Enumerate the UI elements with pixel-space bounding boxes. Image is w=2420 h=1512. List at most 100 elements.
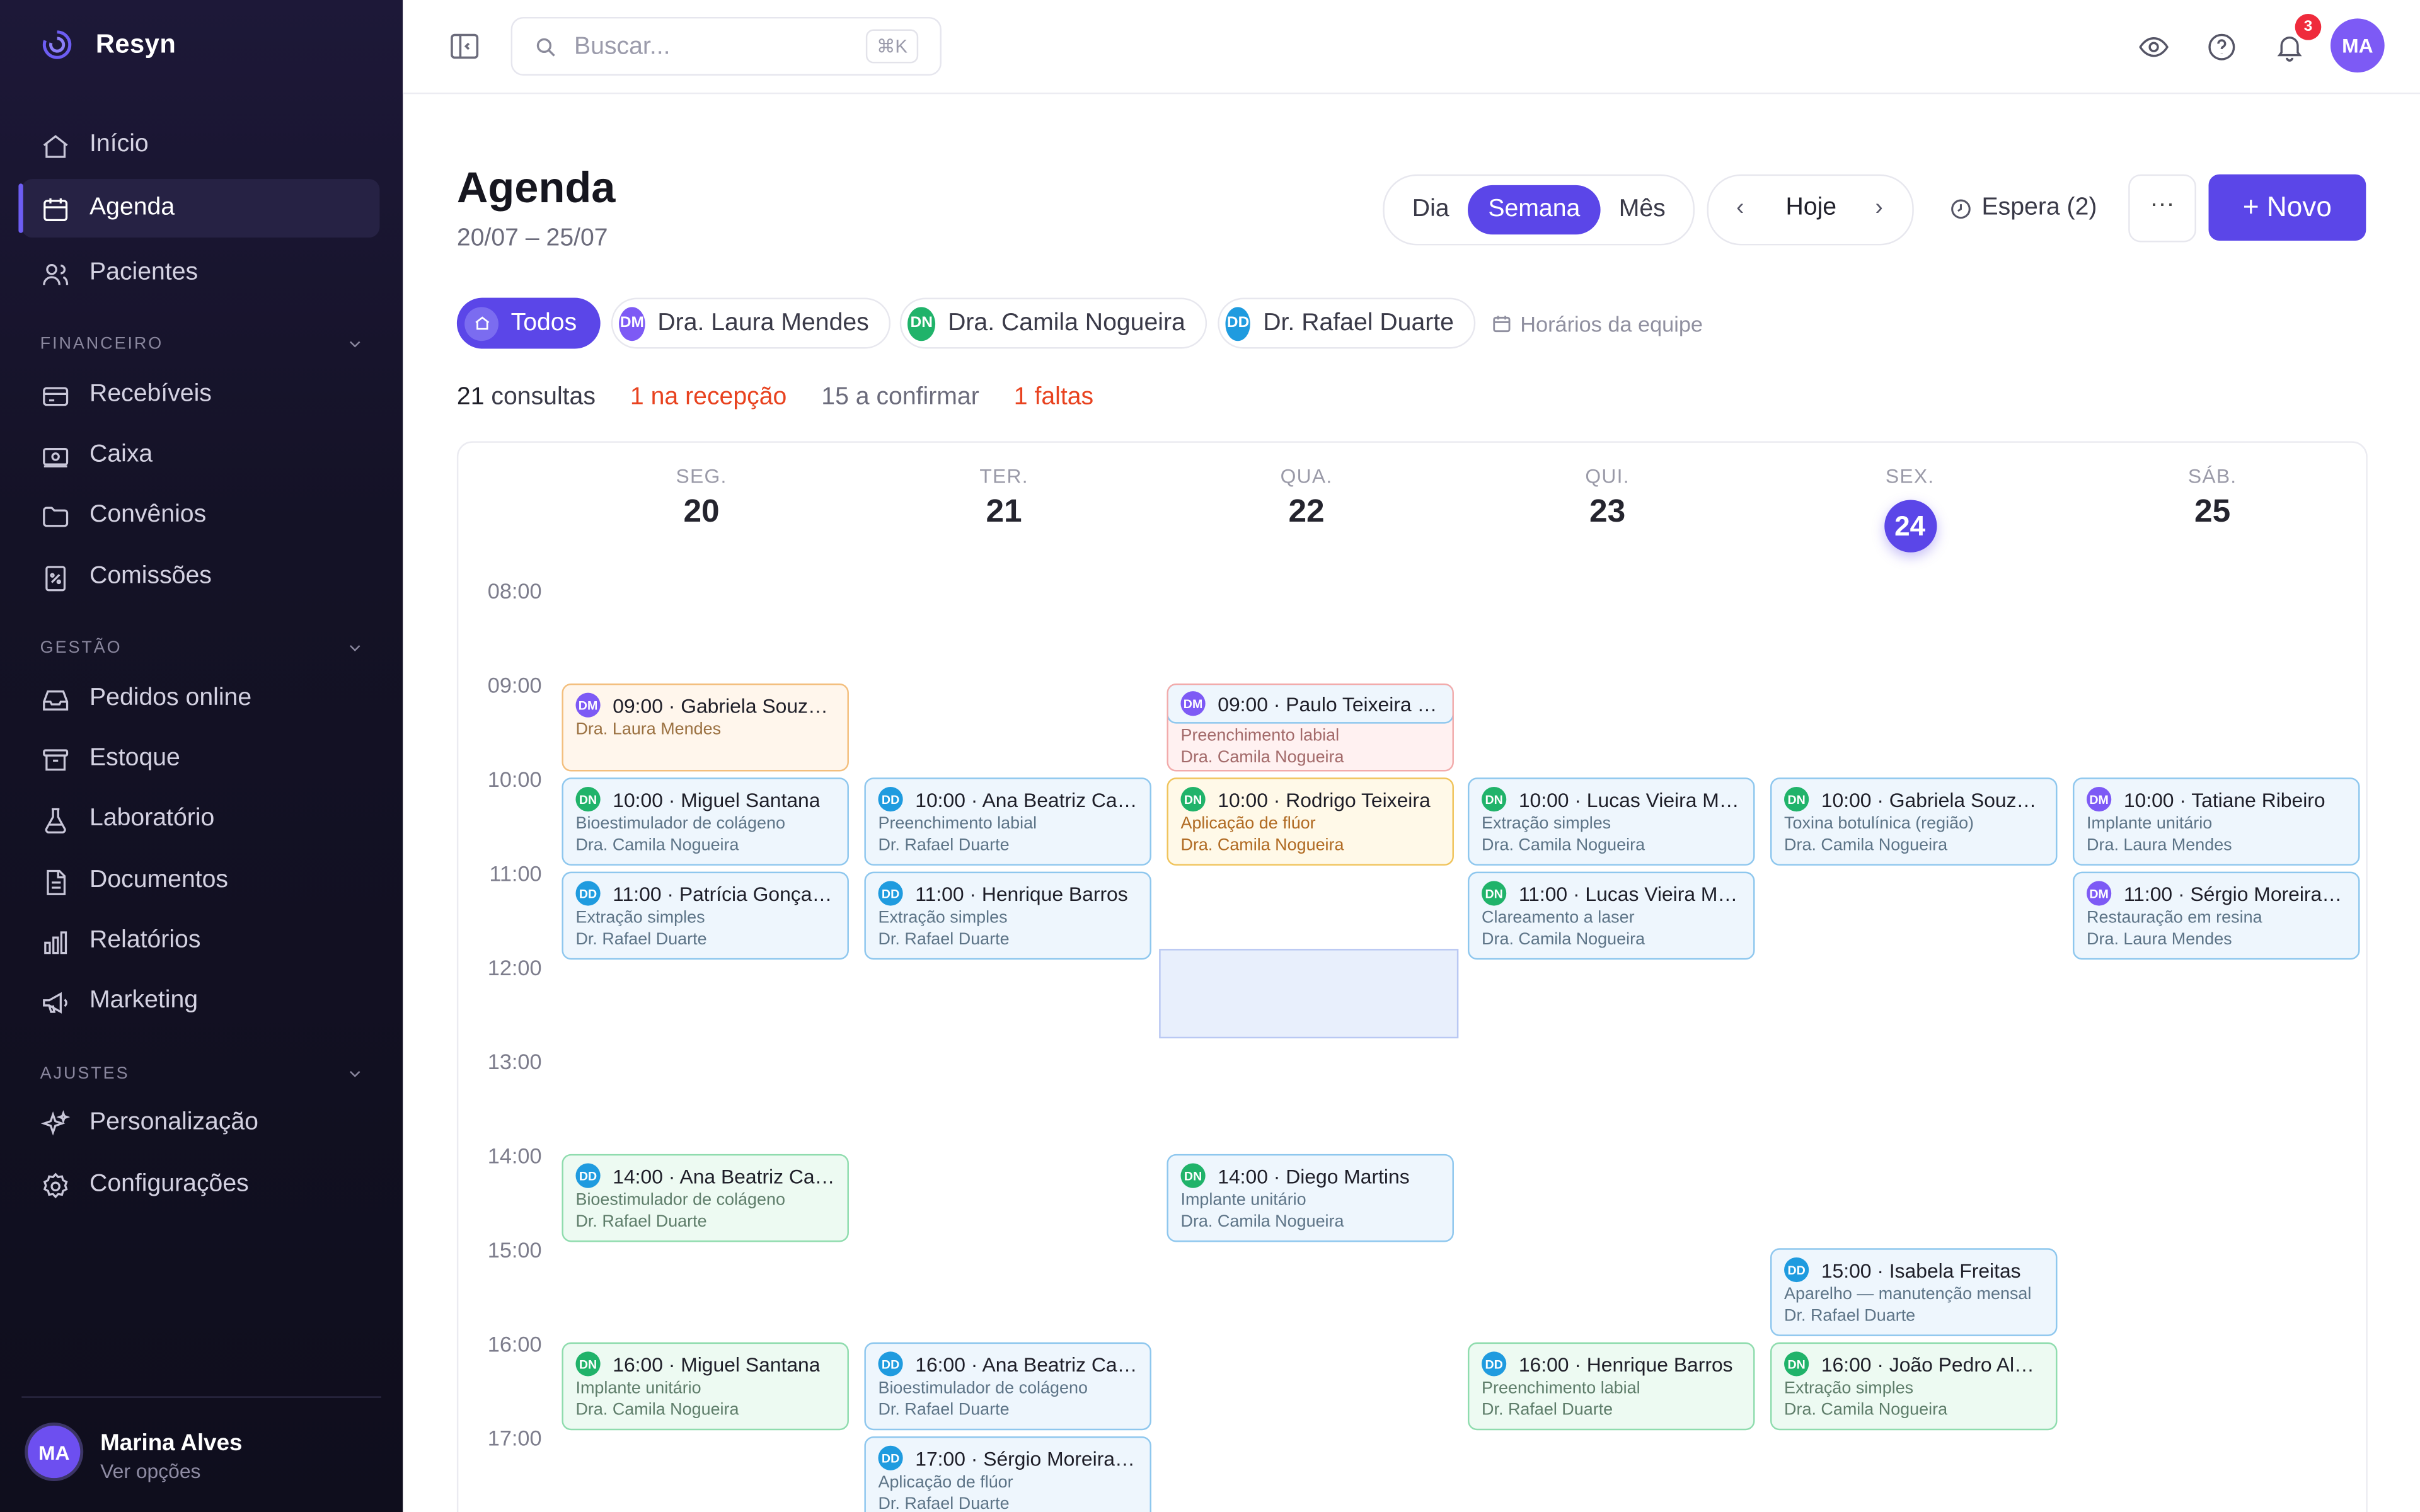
appointment-card[interactable]: DD 10:00 · Ana Beatriz Car... Preenchiment… xyxy=(864,777,1151,866)
stat-label: a confirmar xyxy=(855,384,979,411)
view-switcher: Dia Semana Mês xyxy=(1383,174,1695,246)
new-appointment-button[interactable]: + Novo xyxy=(2208,174,2366,241)
appointment-card[interactable]: DN 11:00 · Lucas Vieira Mac... Clareamento… xyxy=(1467,871,1755,960)
sidebar-item-recebiveis[interactable]: Recebíveis xyxy=(21,365,379,424)
filter-all-chip[interactable]: Todos xyxy=(456,297,601,349)
date-range: 20/07 – 25/07 xyxy=(456,225,608,252)
selected-time-slot[interactable] xyxy=(1159,949,1459,1039)
section-gestao[interactable]: GESTÃO xyxy=(40,639,364,657)
team-hours-link[interactable]: Horários da equipe xyxy=(1491,312,1703,336)
appointment-card[interactable]: DM 11:00 · Sérgio Moreira Li... Restauraçã… xyxy=(2073,871,2360,960)
day-name: SEX. xyxy=(1885,464,1935,488)
appointment-card[interactable]: DN 14:00 · Diego Martins Implante unitário… xyxy=(1167,1154,1454,1242)
help-icon[interactable] xyxy=(2206,31,2238,63)
sidebar-item-personalizacao[interactable]: Personalização xyxy=(21,1094,379,1152)
time-label: 09:00 xyxy=(487,672,542,697)
stat-label: faltas xyxy=(1034,384,1094,411)
view-semana-tab[interactable]: Semana xyxy=(1467,185,1601,235)
section-financeiro[interactable]: FINANCEIRO xyxy=(40,335,364,353)
chip-label: Todos xyxy=(510,309,577,336)
waiting-list-button[interactable]: Espera (2) xyxy=(1949,195,2097,222)
appointment-card[interactable]: DD 16:00 · Ana Beatriz Carv... Bioestimula… xyxy=(864,1342,1151,1431)
appointment-dentist: Dra. Camila Nogueira xyxy=(1482,930,1645,949)
filter-dentist-chip[interactable]: DN Dra. Camila Nogueira xyxy=(899,297,1207,349)
day-header[interactable]: TER. 21 xyxy=(853,464,1155,530)
appointment-procedure: Implante unitário xyxy=(575,1379,701,1398)
day-header[interactable]: SÁB. 25 xyxy=(2062,464,2363,530)
date-navigation: ‹ Hoje › xyxy=(1707,174,1914,246)
appointment-card[interactable]: DD 15:00 · Isabela Freitas Aparelho — manu… xyxy=(1770,1248,2058,1336)
stat-total[interactable]: 21 consultas xyxy=(457,384,596,411)
sidebar-toggle-icon[interactable] xyxy=(447,30,481,64)
view-dia-tab[interactable]: Dia xyxy=(1393,185,1468,234)
sidebar-item-label: Recebíveis xyxy=(89,381,212,408)
appointment-card[interactable]: DD 17:00 · Sérgio Moreira L... Aplicação d… xyxy=(864,1436,1151,1512)
appointment-card[interactable]: DD 14:00 · Ana Beatriz Carv... Bioestimula… xyxy=(562,1154,849,1242)
appointment-card[interactable]: DM 09:00 · Gabriela Souza ... Dra. Laura M… xyxy=(562,683,849,772)
sidebar-item-configuracoes[interactable]: Configurações xyxy=(21,1155,379,1214)
dentist-avatar: DM xyxy=(619,306,645,341)
day-header[interactable]: QUI. 23 xyxy=(1457,464,1758,530)
appointment-dentist: Dra. Laura Mendes xyxy=(575,720,722,740)
appointment-title: 14:00 · Ana Beatriz Carv... xyxy=(613,1164,835,1188)
sidebar-item-relatorios[interactable]: Relatórios xyxy=(21,912,379,970)
appointment-card[interactable]: DM 09:00 · Paulo Teixeira N... Preenchimen… xyxy=(1167,683,1454,772)
today-button[interactable]: Hoje xyxy=(1785,195,1836,222)
home-icon xyxy=(43,135,68,158)
appointment-card[interactable]: DM 10:00 · Tatiane Ribeiro Implante unitár… xyxy=(2073,777,2360,866)
stat-confirm[interactable]: 15 a confirmar xyxy=(821,384,979,411)
appointment-header: DN 14:00 · Diego Martins xyxy=(1180,1163,1439,1188)
eye-icon[interactable] xyxy=(2138,31,2170,63)
sidebar-item-marketing[interactable]: Marketing xyxy=(21,972,379,1031)
appointment-stats: 21 consultas 1 na recepção 15 a confirma… xyxy=(457,384,1121,412)
user-options-link[interactable]: Ver opções xyxy=(100,1460,200,1483)
more-options-button[interactable]: ··· xyxy=(2128,174,2196,243)
dentist-avatar: DM xyxy=(575,692,601,718)
day-header[interactable]: QUA. 22 xyxy=(1156,464,1457,530)
sidebar-item-convenios[interactable]: Convênios xyxy=(21,486,379,544)
appointment-card[interactable]: DN 10:00 · Miguel Santana Bioestimulador d… xyxy=(562,777,849,866)
appointment-card[interactable]: DN 10:00 · Rodrigo Teixeira Aplicação de f… xyxy=(1167,777,1454,866)
day-header[interactable]: SEG. 20 xyxy=(551,464,852,530)
sidebar-item-agenda[interactable]: Agenda xyxy=(18,179,380,238)
sidebar-item-pacientes[interactable]: Pacientes xyxy=(21,244,379,302)
week-calendar: SEG. 20 TER. 21 QUA. 22 QUI. 23 SEX. 24 SÁB. 25 08:0… xyxy=(456,441,2368,1512)
view-mes-tab[interactable]: Mês xyxy=(1601,185,1684,234)
user-menu[interactable]: MA Marina Alves Ver opções xyxy=(28,1425,242,1482)
appointment-card[interactable]: DD 11:00 · Patrícia Gonçalv... Extração si… xyxy=(562,871,849,960)
dentist-avatar: DD xyxy=(878,786,903,812)
appointment-card[interactable]: DN 10:00 · Lucas Vieira Ma... Extração sim… xyxy=(1467,777,1755,866)
filter-dentist-chip[interactable]: DM Dra. Laura Mendes xyxy=(611,297,891,349)
stat-missed[interactable]: 1 faltas xyxy=(1014,384,1093,411)
appointment-title: 15:00 · Isabela Freitas xyxy=(1821,1258,2021,1281)
sidebar-item-estoque[interactable]: Estoque xyxy=(21,730,379,788)
dentist-avatar: DD xyxy=(1482,1351,1507,1377)
brand[interactable]: Resyn xyxy=(40,28,176,62)
sidebar-item-comissoes[interactable]: Comissões xyxy=(21,547,379,606)
stat-reception[interactable]: 1 na recepção xyxy=(630,384,786,411)
appointment-header: DD 16:00 · Ana Beatriz Carv... xyxy=(878,1351,1138,1377)
appointment-card[interactable]: DD 11:00 · Henrique Barros Extração simple… xyxy=(864,871,1151,960)
megaphone-icon xyxy=(43,992,67,1014)
appointment-card[interactable]: DN 10:00 · Gabriela Souza ... Toxina botul… xyxy=(1770,777,2058,866)
appointment-title: 16:00 · Ana Beatriz Carv... xyxy=(915,1352,1138,1376)
previous-button[interactable]: ‹ xyxy=(1736,195,1744,221)
search-input[interactable]: Buscar... ⌘K xyxy=(510,16,942,76)
next-button[interactable]: › xyxy=(1876,195,1883,221)
day-header[interactable]: SEX. 24 xyxy=(1760,464,2061,553)
sidebar-item-caixa[interactable]: Caixa xyxy=(21,426,379,484)
time-label: 12:00 xyxy=(487,954,542,980)
section-ajustes[interactable]: AJUSTES xyxy=(40,1065,364,1083)
sidebar-item-laboratorio[interactable]: Laboratório xyxy=(21,790,379,849)
day-name: SEG. xyxy=(676,464,727,488)
sidebar-item-inicio[interactable]: Início xyxy=(21,116,379,175)
avatar[interactable]: MA xyxy=(2330,18,2385,73)
appointment-card[interactable]: DN 16:00 · João Pedro Alm... Extração simp… xyxy=(1770,1342,2058,1431)
sidebar-item-label: Comissões xyxy=(89,563,212,590)
filter-dentist-chip[interactable]: DD Dr. Rafael Duarte xyxy=(1218,297,1476,349)
sidebar-item-documentos[interactable]: Documentos xyxy=(21,852,379,910)
appointment-header: DD 15:00 · Isabela Freitas xyxy=(1784,1257,2043,1283)
appointment-card[interactable]: DN 16:00 · Miguel Santana Implante unitári… xyxy=(562,1342,849,1431)
sidebar-item-pedidos-online[interactable]: Pedidos online xyxy=(21,670,379,728)
appointment-card[interactable]: DD 16:00 · Henrique Barros Preenchimento l… xyxy=(1467,1342,1755,1431)
